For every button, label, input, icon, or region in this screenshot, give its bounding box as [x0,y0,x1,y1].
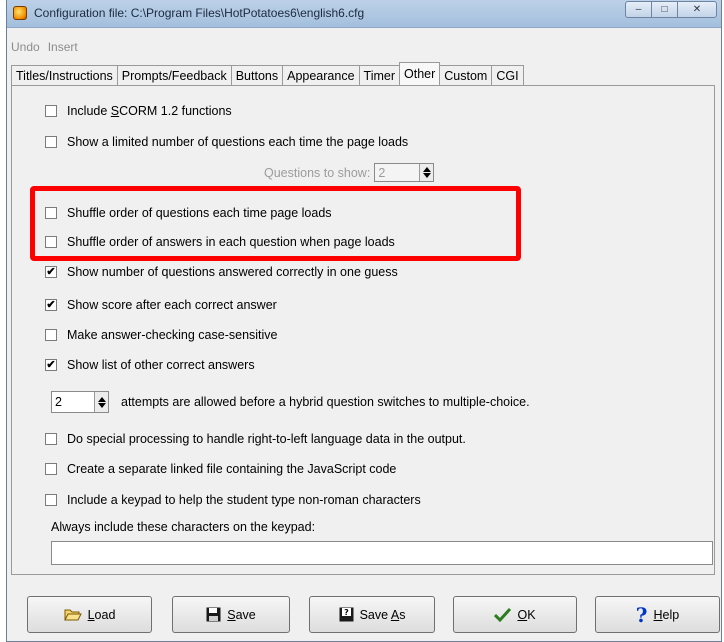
tab-appearance[interactable]: Appearance [282,65,360,85]
hot-potatoes-icon [13,6,27,20]
red-highlight-box [30,186,521,261]
limited-questions-checkbox[interactable] [45,136,57,148]
show-score-checkbox[interactable]: ✔ [45,299,57,311]
attempts-value: 2 [55,395,62,409]
option-separate-js[interactable]: Create a separate linked file containing… [45,462,396,476]
scorm-label: Include SCORM 1.2 functions [67,104,232,118]
show-other-answers-checkbox[interactable]: ✔ [45,359,57,371]
option-case-sensitive[interactable]: Make answer-checking case-sensitive [45,328,278,342]
attempts-label: attempts are allowed before a hybrid que… [121,395,530,409]
minimize-button[interactable]: – [625,1,652,18]
tab-buttons[interactable]: Buttons [230,65,284,85]
tab-other[interactable]: Other [399,62,441,85]
maximize-icon: □ [661,4,668,15]
tab-timer[interactable]: Timer [358,65,401,85]
option-keypad[interactable]: Include a keypad to help the student typ… [45,493,421,507]
tab-custom[interactable]: Custom [439,65,493,85]
menu-undo[interactable]: Undo [11,40,40,54]
spinner-arrows-icon[interactable] [419,164,434,181]
ok-button[interactable]: OK [453,596,577,633]
load-button[interactable]: Load [27,596,152,633]
ok-label: OK [517,607,536,622]
maximize-button[interactable]: □ [651,1,678,18]
save-label: Save [227,607,256,622]
title-bar: Configuration file: C:\Program Files\Hot… [7,0,721,28]
show-one-guess-label: Show number of questions answered correc… [67,265,398,279]
case-sensitive-label: Make answer-checking case-sensitive [67,328,278,342]
questions-to-show-label: Questions to show: [264,165,371,180]
option-show-score[interactable]: ✔ Show score after each correct answer [45,298,277,312]
show-one-guess-checkbox[interactable]: ✔ [45,266,57,278]
show-other-answers-label: Show list of other correct answers [67,358,255,372]
option-limited-questions[interactable]: Show a limited number of questions each … [45,135,408,149]
help-button[interactable]: ? Help [595,596,720,633]
menu-insert[interactable]: Insert [48,40,78,54]
tab-cgi[interactable]: CGI [491,65,524,85]
save-button[interactable]: Save [172,596,290,633]
spinner-arrows-icon[interactable] [94,392,108,412]
rtl-checkbox[interactable] [45,433,57,445]
keypad-chars-input[interactable] [51,541,713,565]
close-button[interactable]: ✕ [677,1,717,18]
scorm-checkbox[interactable] [45,105,57,117]
option-rtl[interactable]: Do special processing to handle right-to… [45,432,466,446]
tab-prompts-feedback[interactable]: Prompts/Feedback [116,65,232,85]
separate-js-label: Create a separate linked file containing… [67,462,397,476]
separate-js-checkbox[interactable] [45,463,57,475]
question-mark-icon: ? [635,602,648,627]
rtl-label: Do special processing to handle right-to… [67,432,466,446]
floppy-disk-question-icon: ? [339,607,354,622]
save-as-button[interactable]: ? Save As [309,596,435,633]
close-icon: ✕ [692,4,702,15]
tab-bar: Titles/Instructions Prompts/Feedback But… [11,62,524,85]
option-show-other-answers[interactable]: ✔ Show list of other correct answers [45,358,255,372]
option-show-one-guess[interactable]: ✔ Show number of questions answered corr… [45,265,398,279]
svg-text:?: ? [344,608,349,617]
limited-questions-label: Show a limited number of questions each … [67,135,409,149]
case-sensitive-checkbox[interactable] [45,329,57,341]
keypad-label: Include a keypad to help the student typ… [67,493,421,507]
show-score-label: Show score after each correct answer [67,298,277,312]
window-controls: – □ ✕ [625,1,717,18]
questions-to-show-value: 2 [375,164,420,181]
option-scorm[interactable]: Include SCORM 1.2 functions [45,104,232,118]
attempts-spinner[interactable]: 2 [51,391,109,413]
questions-to-show-spinner[interactable]: 2 [374,163,435,182]
folder-open-icon [63,608,82,622]
help-label: Help [653,607,680,622]
questions-to-show: Questions to show: 2 [264,163,435,182]
window-title: Configuration file: C:\Program Files\Hot… [34,6,365,20]
floppy-disk-icon [206,607,221,622]
config-window: Configuration file: C:\Program Files\Hot… [6,0,722,642]
minimize-icon: – [635,4,642,15]
checkmark-icon [494,607,512,622]
keypad-chars-label: Always include these characters on the k… [51,520,316,534]
load-label: Load [87,607,116,622]
attempts-row: 2 attempts are allowed before a hybrid q… [51,391,530,413]
tab-titles-instructions[interactable]: Titles/Instructions [11,65,118,85]
menu-bar: Undo Insert [11,40,78,54]
save-as-label: Save As [359,607,406,622]
keypad-checkbox[interactable] [45,494,57,506]
